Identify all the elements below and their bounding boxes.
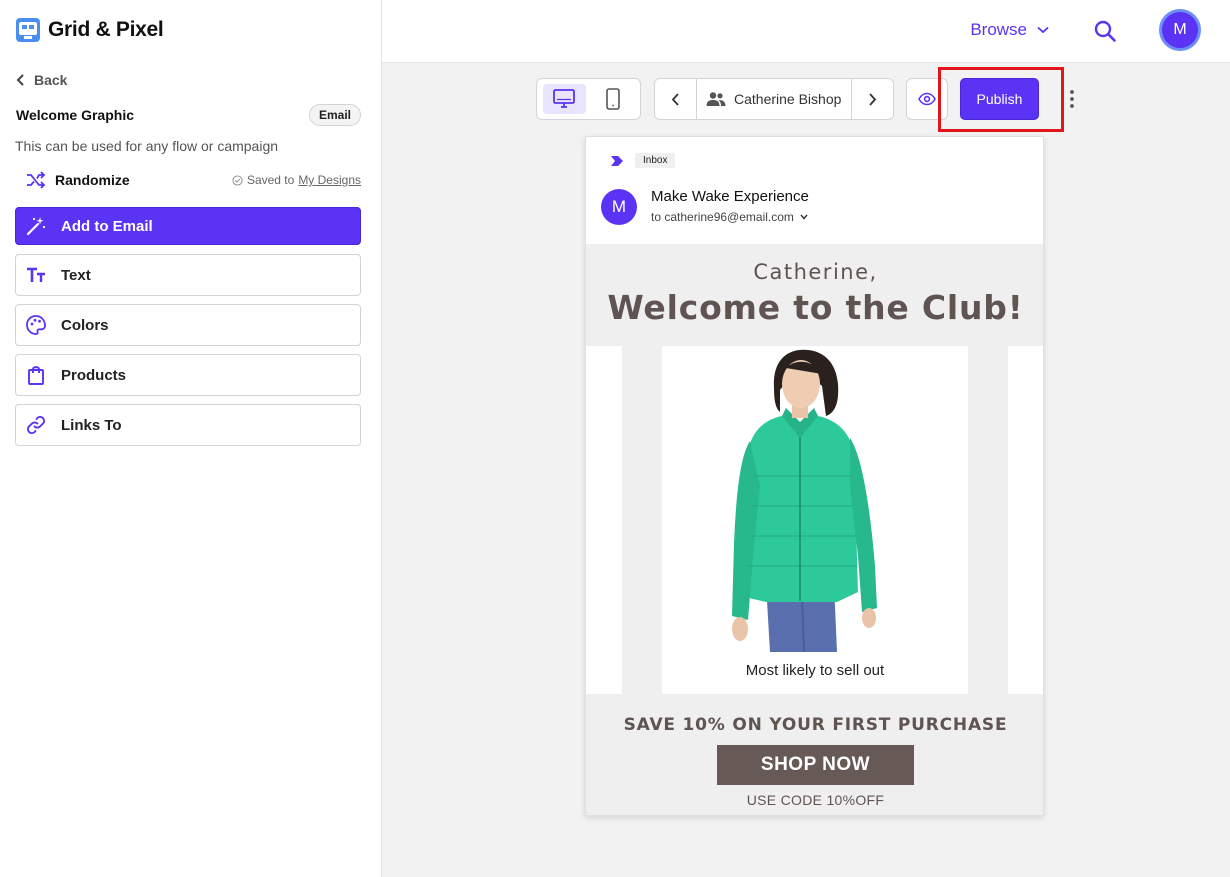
links-to-button[interactable]: Links To: [15, 404, 361, 446]
saved-prefix: Saved to: [246, 173, 295, 187]
chevron-left-icon: [16, 74, 24, 86]
sender-name: Make Wake Experience: [651, 188, 809, 205]
people-icon: [706, 92, 726, 106]
mobile-icon: [605, 88, 620, 110]
browse-label: Browse: [970, 20, 1027, 39]
device-toggle: [536, 78, 641, 120]
text-button[interactable]: Text: [15, 254, 361, 296]
design-title-row: Welcome Graphic Email: [16, 104, 361, 126]
headline: Welcome to the Club!: [607, 288, 1024, 327]
check-circle-icon: [232, 174, 243, 186]
products-button[interactable]: Products: [15, 354, 361, 396]
logo-icon: [16, 18, 40, 42]
chevron-left-icon: [671, 92, 679, 106]
offer-band: SAVE 10% ON YOUR FIRST PURCHASE SHOP NOW…: [586, 694, 1043, 815]
shuffle-icon: [27, 171, 46, 189]
my-designs-link[interactable]: My Designs: [298, 173, 361, 187]
back-link[interactable]: Back: [16, 72, 67, 88]
magic-wand-icon: [26, 217, 46, 236]
randomize-row: Randomize Saved to My Designs: [26, 171, 361, 189]
design-title: Welcome Graphic: [16, 107, 135, 123]
inbox-tag: Inbox: [635, 153, 676, 168]
saved-status: Saved to My Designs: [232, 173, 361, 187]
text-icon: [27, 267, 45, 282]
user-avatar[interactable]: M: [1159, 9, 1201, 51]
product-card: Most likely to sell out: [662, 346, 968, 694]
promo-code: USE CODE 10%OFF: [746, 792, 885, 808]
recipient-line: to catherine96@email.com: [651, 210, 808, 224]
email-preview: Inbox M Make Wake Experience to catherin…: [585, 136, 1044, 816]
shopping-bag-icon: [28, 366, 44, 385]
colors-label: Colors: [61, 316, 109, 334]
search-icon[interactable]: [1093, 19, 1117, 43]
design-description: This can be used for any flow or campaig…: [15, 138, 279, 154]
text-label: Text: [61, 266, 91, 284]
desktop-view-button[interactable]: [543, 84, 586, 114]
back-label: Back: [34, 72, 68, 88]
product-photo: [732, 349, 877, 653]
link-icon: [27, 416, 45, 434]
recipient-switcher: Catherine Bishop: [654, 78, 894, 120]
app-logo[interactable]: Grid & Pixel: [15, 17, 164, 43]
add-to-email-button[interactable]: Add to Email: [15, 207, 361, 245]
chevron-right-icon: [869, 92, 877, 106]
app-name: Grid & Pixel: [48, 18, 164, 41]
product-caption: Most likely to sell out: [745, 662, 885, 679]
chevron-down-icon: [1037, 26, 1049, 34]
more-options-icon[interactable]: [1066, 89, 1078, 109]
desktop-icon: [553, 89, 576, 108]
next-recipient-button[interactable]: [852, 79, 893, 119]
randomize-label: Randomize: [55, 172, 130, 188]
add-to-email-label: Add to Email: [61, 217, 153, 235]
eye-icon: [918, 92, 936, 106]
greeting: Catherine,: [753, 260, 878, 284]
recipient-name: Catherine Bishop: [734, 91, 842, 107]
randomize-button[interactable]: Randomize: [26, 171, 130, 189]
chevron-down-icon[interactable]: [800, 214, 808, 220]
mobile-view-button[interactable]: [592, 84, 635, 114]
colors-button[interactable]: Colors: [15, 304, 361, 346]
sender-avatar: M: [601, 189, 637, 225]
recipient-selector[interactable]: Catherine Bishop: [696, 79, 852, 119]
offer-text: SAVE 10% ON YOUR FIRST PURCHASE: [623, 715, 1008, 735]
shop-now-button[interactable]: SHOP NOW: [717, 745, 914, 785]
label-marker-icon: [611, 155, 623, 166]
highlight-box: [938, 67, 1064, 132]
top-bar: Browse M: [382, 0, 1230, 63]
palette-icon: [26, 315, 46, 335]
products-label: Products: [61, 366, 127, 384]
links-to-label: Links To: [61, 416, 122, 434]
sidebar: Grid & Pixel Back Welcome Graphic Email …: [0, 0, 382, 877]
to-address: to catherine96@email.com: [651, 210, 794, 224]
design-type-badge: Email: [308, 104, 361, 126]
hero-band: Catherine, Welcome to the Club!: [586, 244, 1043, 346]
previous-recipient-button[interactable]: [655, 79, 696, 119]
inbox-row: Inbox: [610, 153, 676, 168]
browse-menu[interactable]: Browse: [970, 20, 1049, 40]
